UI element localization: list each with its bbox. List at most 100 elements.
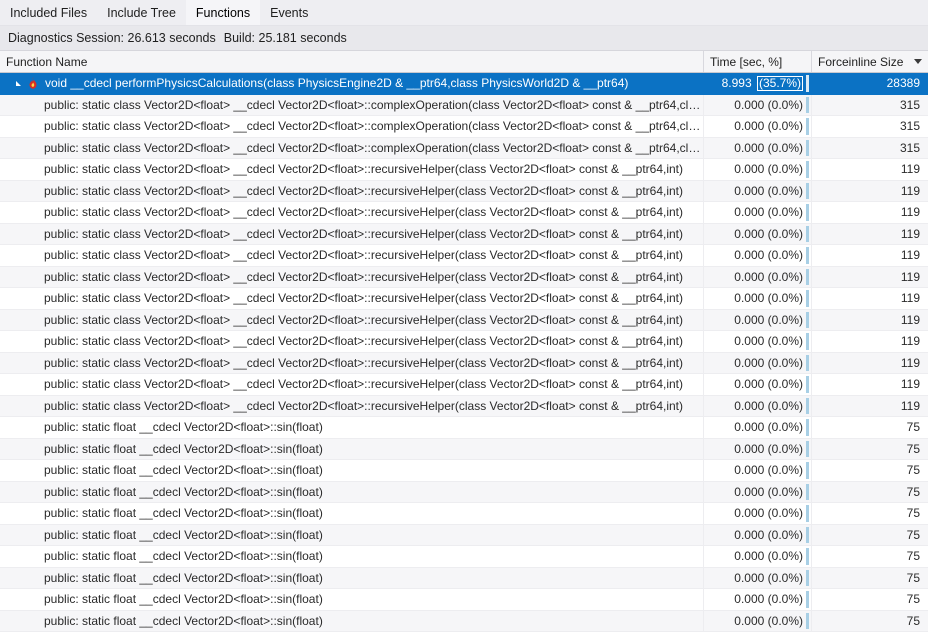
diagnostics-session-label: Diagnostics Session: 26.613 seconds	[8, 31, 216, 45]
table-row[interactable]: public: static float __cdecl Vector2D<fl…	[0, 589, 928, 611]
time-percent-value: (0.0%)	[768, 614, 803, 628]
tab-label: Functions	[196, 6, 250, 20]
cell-function-name: public: static class Vector2D<float> __c…	[0, 159, 704, 180]
time-data-bar	[806, 376, 809, 393]
cell-time: 0.000 (0.0%)	[704, 589, 812, 610]
time-value: 0.000	[734, 162, 764, 176]
table-row[interactable]: public: static class Vector2D<float> __c…	[0, 95, 928, 117]
cell-forceinline-size: 315	[812, 95, 928, 116]
function-name-label: public: static class Vector2D<float> __c…	[6, 141, 703, 155]
column-header-time-label: Time [sec, %]	[710, 55, 782, 69]
forceinline-size-value: 75	[907, 463, 920, 477]
forceinline-size-value: 75	[907, 549, 920, 563]
function-name-label: void __cdecl performPhysicsCalculations(…	[45, 76, 628, 90]
time-value: 0.000	[734, 549, 764, 563]
table-row[interactable]: public: static class Vector2D<float> __c…	[0, 310, 928, 332]
table-row[interactable]: public: static class Vector2D<float> __c…	[0, 116, 928, 138]
forceinline-size-value: 119	[901, 356, 920, 370]
table-row[interactable]: public: static class Vector2D<float> __c…	[0, 374, 928, 396]
function-name-label: public: static class Vector2D<float> __c…	[6, 162, 683, 176]
expander-triangle-icon[interactable]	[16, 81, 21, 86]
column-header-forceinline-size[interactable]: Forceinline Size	[812, 51, 928, 72]
cell-function-name: public: static class Vector2D<float> __c…	[0, 267, 704, 288]
time-value: 0.000	[734, 291, 764, 305]
time-value: 0.000	[734, 420, 764, 434]
time-data-bar	[806, 161, 809, 178]
table-row[interactable]: public: static float __cdecl Vector2D<fl…	[0, 568, 928, 590]
table-row[interactable]: void __cdecl performPhysicsCalculations(…	[0, 73, 928, 95]
cell-function-name: public: static float __cdecl Vector2D<fl…	[0, 525, 704, 546]
cell-function-name: public: static float __cdecl Vector2D<fl…	[0, 482, 704, 503]
table-row[interactable]: public: static class Vector2D<float> __c…	[0, 138, 928, 160]
build-time-label: Build: 25.181 seconds	[224, 31, 347, 45]
time-percent-value: (0.0%)	[768, 420, 803, 434]
function-name-label: public: static float __cdecl Vector2D<fl…	[6, 614, 323, 628]
function-name-label: public: static float __cdecl Vector2D<fl…	[6, 442, 323, 456]
function-name-label: public: static class Vector2D<float> __c…	[6, 184, 683, 198]
table-row[interactable]: public: static float __cdecl Vector2D<fl…	[0, 503, 928, 525]
table-row[interactable]: public: static float __cdecl Vector2D<fl…	[0, 611, 928, 633]
time-percent-value: (0.0%)	[768, 141, 803, 155]
time-value: 0.000	[734, 205, 764, 219]
time-percent-value: (0.0%)	[768, 356, 803, 370]
cell-forceinline-size: 119	[812, 353, 928, 374]
table-row[interactable]: public: static class Vector2D<float> __c…	[0, 396, 928, 418]
tab-included-files[interactable]: Included Files	[0, 0, 97, 25]
time-percent-value: (0.0%)	[768, 162, 803, 176]
table-row[interactable]: public: static float __cdecl Vector2D<fl…	[0, 417, 928, 439]
table-row[interactable]: public: static class Vector2D<float> __c…	[0, 245, 928, 267]
forceinline-size-value: 75	[907, 592, 920, 606]
cell-time: 0.000 (0.0%)	[704, 331, 812, 352]
function-name-label: public: static class Vector2D<float> __c…	[6, 399, 683, 413]
table-row[interactable]: public: static float __cdecl Vector2D<fl…	[0, 460, 928, 482]
time-data-bar	[806, 204, 809, 221]
column-header-function-name[interactable]: Function Name	[0, 51, 704, 72]
cell-forceinline-size: 75	[812, 546, 928, 567]
cell-forceinline-size: 75	[812, 568, 928, 589]
cell-forceinline-size: 119	[812, 288, 928, 309]
table-row[interactable]: public: static class Vector2D<float> __c…	[0, 224, 928, 246]
forceinline-size-value: 75	[907, 485, 920, 499]
table-row[interactable]: public: static class Vector2D<float> __c…	[0, 331, 928, 353]
table-row[interactable]: public: static float __cdecl Vector2D<fl…	[0, 546, 928, 568]
function-name-label: public: static class Vector2D<float> __c…	[6, 313, 683, 327]
cell-time: 0.000 (0.0%)	[704, 95, 812, 116]
tab-events[interactable]: Events	[260, 0, 318, 25]
forceinline-size-value: 119	[901, 227, 920, 241]
time-data-bar	[806, 183, 809, 200]
table-row[interactable]: public: static float __cdecl Vector2D<fl…	[0, 482, 928, 504]
table-row[interactable]: public: static class Vector2D<float> __c…	[0, 353, 928, 375]
time-data-bar	[806, 505, 809, 522]
forceinline-size-value: 119	[901, 334, 920, 348]
function-name-label: public: static class Vector2D<float> __c…	[6, 291, 683, 305]
tab-include-tree[interactable]: Include Tree	[97, 0, 186, 25]
table-row[interactable]: public: static class Vector2D<float> __c…	[0, 202, 928, 224]
time-value: 0.000	[734, 528, 764, 542]
cell-time: 8.993 (35.7%)	[704, 73, 812, 94]
forceinline-size-value: 119	[901, 399, 920, 413]
diagnostics-functions-view: Included FilesInclude Tree Functions Event…	[0, 0, 928, 637]
table-row[interactable]: public: static class Vector2D<float> __c…	[0, 267, 928, 289]
table-row[interactable]: public: static float __cdecl Vector2D<fl…	[0, 525, 928, 547]
function-name-label: public: static class Vector2D<float> __c…	[6, 119, 703, 133]
cell-function-name: public: static class Vector2D<float> __c…	[0, 224, 704, 245]
time-data-bar	[806, 398, 809, 415]
table-row[interactable]: public: static class Vector2D<float> __c…	[0, 181, 928, 203]
cell-function-name: public: static class Vector2D<float> __c…	[0, 181, 704, 202]
cell-function-name: public: static class Vector2D<float> __c…	[0, 245, 704, 266]
forceinline-size-value: 28389	[887, 76, 920, 90]
cell-forceinline-size: 119	[812, 245, 928, 266]
time-data-bar	[806, 75, 809, 92]
table-row[interactable]: public: static class Vector2D<float> __c…	[0, 159, 928, 181]
cell-time: 0.000 (0.0%)	[704, 374, 812, 395]
time-data-bar	[806, 462, 809, 479]
tab-functions[interactable]: Functions	[186, 0, 260, 25]
time-value: 0.000	[734, 463, 764, 477]
time-value: 0.000	[734, 334, 764, 348]
column-header-time[interactable]: Time [sec, %]	[704, 51, 812, 72]
cell-time: 0.000 (0.0%)	[704, 611, 812, 632]
table-row[interactable]: public: static class Vector2D<float> __c…	[0, 288, 928, 310]
cell-function-name: public: static class Vector2D<float> __c…	[0, 374, 704, 395]
time-value: 0.000	[734, 377, 764, 391]
table-row[interactable]: public: static float __cdecl Vector2D<fl…	[0, 439, 928, 461]
